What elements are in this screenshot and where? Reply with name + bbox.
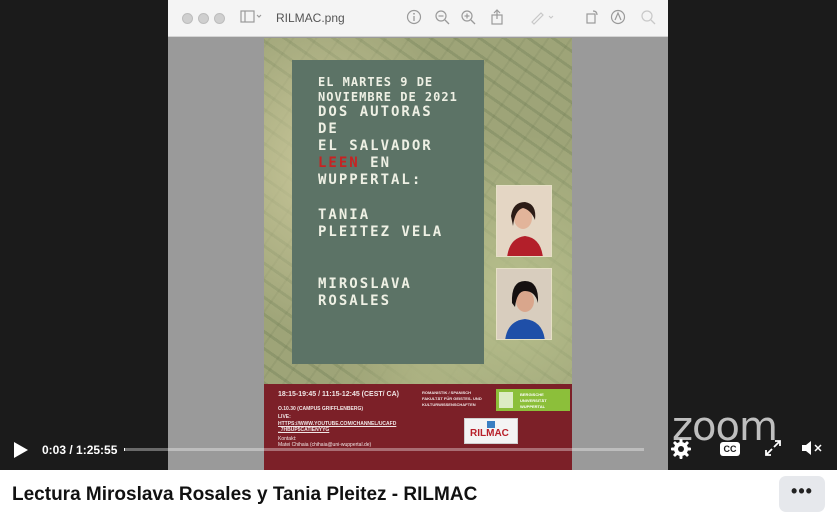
footer-time: 18:15-19:45 / 11:15-12:45 (CEST/ CA)	[278, 391, 399, 398]
gear-icon	[671, 439, 691, 459]
university-badge: BERGISCHE UNIVERSITÄT WUPPERTAL	[496, 389, 570, 411]
fullscreen-button[interactable]	[763, 438, 785, 460]
poster-highlight-word: LEEN	[318, 155, 360, 171]
speaker-muted-icon	[802, 441, 822, 455]
shared-screen-window: RILMAC.png EL MARTES 9 DE NOVIEMBRE DE 2…	[168, 0, 668, 470]
footer-faculty-line-2: FAKULTÄT FÜR GEISTES- UND	[422, 396, 482, 401]
share-icon	[490, 9, 504, 29]
footer-faculty-line-1: ROMANISTIK / SPANISCH	[422, 390, 472, 395]
poster-heading-line-3: EL SALVADOR	[318, 138, 433, 154]
captions-icon: CC	[720, 442, 740, 456]
poster-heading-line-5: WUPPERTAL:	[318, 172, 423, 188]
zoom-window-dot	[214, 13, 225, 24]
window-titlebar: RILMAC.png	[168, 0, 668, 37]
zoom-out-icon	[434, 9, 450, 29]
zoom-in-icon	[460, 9, 476, 29]
rilmac-logo-text: RILMAC	[470, 428, 509, 439]
poster-heading-line-2: DE	[318, 121, 339, 137]
footer-room: O.10.30 (CAMPUS GRIFFLENBERG)	[278, 406, 364, 412]
captions-button[interactable]: CC	[720, 438, 742, 460]
sidebar-icon	[240, 10, 262, 28]
author-photo-miroslava	[496, 268, 552, 340]
event-poster: EL MARTES 9 DE NOVIEMBRE DE 2021 DOS AUT…	[264, 38, 572, 470]
footer-faculty-line-3: KULTURWISSENSCHAFTEN	[422, 402, 476, 407]
poster-author-2-first: MIROSLAVA	[318, 276, 412, 292]
university-label-2: UNIVERSITÄT	[520, 398, 547, 403]
university-emblem-icon	[499, 392, 513, 408]
settings-button[interactable]	[670, 438, 692, 460]
minimize-window-dot	[198, 13, 209, 24]
poster-heading-word: EN	[359, 155, 392, 171]
university-label-1: BERGISCHE	[520, 392, 544, 397]
footer-live-label: LIVE:	[278, 414, 291, 420]
fullscreen-icon	[765, 440, 781, 456]
author-photo-tania	[496, 185, 552, 257]
rilmac-logo: RILMAC	[464, 418, 518, 444]
poster-date-line-1: EL MARTES 9 DE	[318, 75, 434, 89]
rotate-icon	[584, 9, 600, 29]
progress-bar[interactable]	[124, 448, 644, 451]
play-icon	[14, 442, 28, 458]
time-display: 0:03 / 1:25:55	[42, 443, 118, 457]
rilmac-emblem-icon	[487, 421, 495, 428]
poster-heading-line-1: DOS AUTORAS	[318, 104, 433, 120]
more-options-button[interactable]: •••	[779, 476, 825, 512]
video-player[interactable]: RILMAC.png EL MARTES 9 DE NOVIEMBRE DE 2…	[0, 0, 837, 470]
poster-footer: 18:15-19:45 / 11:15-12:45 (CEST/ CA) O.1…	[264, 384, 572, 470]
window-file-name: RILMAC.png	[276, 11, 345, 25]
markup-icon	[530, 9, 556, 29]
poster-heading-line-4: LEEN EN	[318, 155, 391, 171]
info-icon	[406, 9, 422, 29]
progress-bar-fill	[124, 448, 125, 451]
video-title: Lectura Miroslava Rosales y Tania Pleite…	[12, 484, 478, 505]
footer-link-line-2: _7HBUP5CATIENYYG	[278, 427, 330, 433]
poster-author-2-last: ROSALES	[318, 293, 392, 309]
more-dots-icon: •••	[791, 481, 813, 501]
play-button[interactable]	[12, 440, 30, 460]
annotate-icon	[610, 9, 626, 29]
mute-button[interactable]	[800, 438, 822, 460]
poster-date-line-2: NOVIEMBRE DE 2021	[318, 90, 458, 104]
poster-author-1-last: PLEITEZ VELA	[318, 224, 444, 240]
close-window-dot	[182, 13, 193, 24]
university-label-3: WUPPERTAL	[520, 404, 546, 409]
search-icon	[640, 9, 656, 29]
poster-author-1-first: TANIA	[318, 207, 371, 223]
